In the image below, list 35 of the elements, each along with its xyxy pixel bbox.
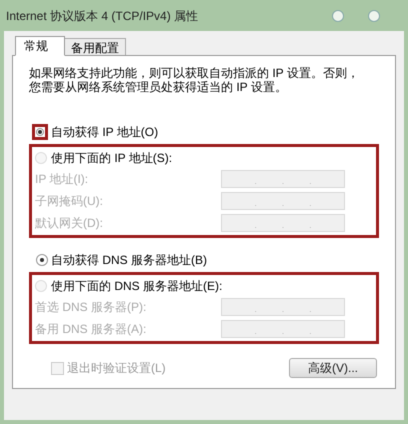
radio-button[interactable]	[36, 128, 44, 136]
separator-dot: .	[309, 197, 312, 209]
window-title: Internet 协议版本 4 (TCP/IPv4) 属性	[6, 8, 198, 24]
separator-dot: .	[282, 219, 284, 231]
separator-dot: .	[254, 197, 257, 209]
description-text: 您需要从网络系统管理员处获得适当的 IP 设置。	[29, 80, 288, 94]
separator-dot: .	[282, 175, 284, 187]
advanced-button[interactable]: 高级(V)...	[289, 358, 377, 378]
separator-dot: .	[309, 325, 312, 337]
separator-dot: .	[282, 325, 284, 337]
separator-dot: .	[309, 219, 312, 231]
circle-button-icon[interactable]	[368, 10, 380, 22]
separator-dot: .	[254, 175, 257, 187]
tab[interactable]: 备用配置	[65, 38, 126, 56]
checkbox-label: 退出时验证设置(L)	[67, 360, 166, 377]
option-label: 使用下面的 DNS 服务器地址(E):	[51, 278, 222, 295]
separator-dot: .	[282, 197, 284, 209]
description-text: 如果网络支持此功能，则可以获取自动指派的 IP 设置。否则，	[29, 66, 360, 80]
separator-dot: .	[282, 303, 284, 315]
field-label: IP 地址(I):	[35, 171, 88, 188]
separator-dot: .	[254, 219, 257, 231]
separator-dot: .	[254, 325, 257, 337]
field-label: 默认网关(D):	[35, 215, 103, 232]
option-label: 使用下面的 IP 地址(S):	[51, 150, 172, 167]
circle-button-icon[interactable]	[332, 10, 344, 22]
separator-dot: .	[309, 303, 312, 315]
separator-dot: .	[254, 303, 257, 315]
tab[interactable]: 常规	[15, 36, 65, 56]
field-label: 备用 DNS 服务器(A):	[35, 321, 146, 338]
radio-button[interactable]	[36, 254, 48, 266]
option-label: 自动获得 DNS 服务器地址(B)	[51, 252, 207, 269]
field-label: 首选 DNS 服务器(P):	[35, 299, 146, 316]
field-label: 子网掩码(U):	[35, 193, 103, 210]
option-label: 自动获得 IP 地址(O)	[51, 124, 158, 141]
separator-dot: .	[309, 175, 312, 187]
